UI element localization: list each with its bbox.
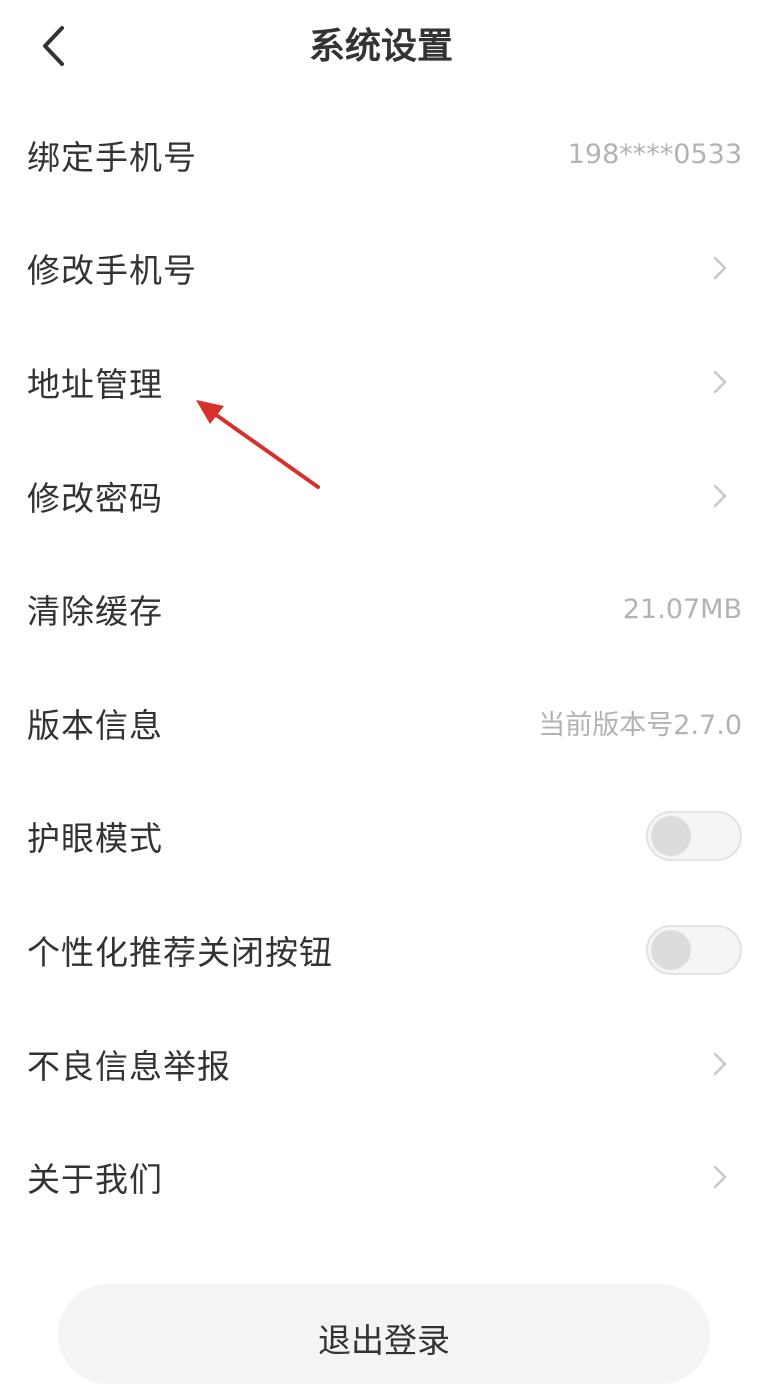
row-change-phone[interactable]: 修改手机号 xyxy=(0,212,762,326)
chevron-right-icon xyxy=(710,253,730,283)
row-label: 版本信息 xyxy=(27,705,163,745)
row-label: 护眼模式 xyxy=(27,819,163,859)
row-label: 修改密码 xyxy=(27,478,163,518)
settings-list: 绑定手机号 198****0533 修改手机号 地址管理 修改密码 清除缓存 2… xyxy=(0,98,762,1234)
chevron-right-icon xyxy=(710,1162,730,1192)
row-label: 关于我们 xyxy=(27,1160,163,1200)
row-label: 绑定手机号 xyxy=(27,137,197,177)
version-value: 当前版本号2.7.0 xyxy=(538,710,742,742)
row-eye-protection: 护眼模式 xyxy=(0,780,762,894)
row-bind-phone: 绑定手机号 198****0533 xyxy=(0,98,762,212)
row-personalized-recommendation: 个性化推荐关闭按钮 xyxy=(0,893,762,1007)
toggle-knob xyxy=(651,816,691,857)
bound-phone-value: 198****0533 xyxy=(567,139,742,171)
row-about-us[interactable]: 关于我们 xyxy=(0,1120,762,1234)
row-version-info: 版本信息 当前版本号2.7.0 xyxy=(0,666,762,780)
chevron-right-icon xyxy=(710,481,730,511)
row-label: 个性化推荐关闭按钮 xyxy=(27,932,333,972)
chevron-right-icon xyxy=(710,1049,730,1079)
row-label: 不良信息举报 xyxy=(27,1046,231,1086)
row-label: 地址管理 xyxy=(27,364,163,404)
row-clear-cache[interactable]: 清除缓存 21.07MB xyxy=(0,552,762,666)
row-address-management[interactable]: 地址管理 xyxy=(0,325,762,439)
page-title: 系统设置 xyxy=(308,26,453,67)
logout-button[interactable]: 退出登录 xyxy=(58,1284,710,1384)
row-change-password[interactable]: 修改密码 xyxy=(0,439,762,553)
row-label: 清除缓存 xyxy=(27,592,163,632)
personalized-recommendation-toggle[interactable] xyxy=(646,924,742,975)
row-label: 修改手机号 xyxy=(27,251,197,291)
eye-protection-toggle[interactable] xyxy=(646,811,742,862)
header-bar: 系统设置 xyxy=(0,0,762,98)
chevron-right-icon xyxy=(710,367,730,397)
row-report-content[interactable]: 不良信息举报 xyxy=(0,1007,762,1121)
toggle-knob xyxy=(651,929,691,970)
cache-size-value: 21.07MB xyxy=(622,593,742,625)
